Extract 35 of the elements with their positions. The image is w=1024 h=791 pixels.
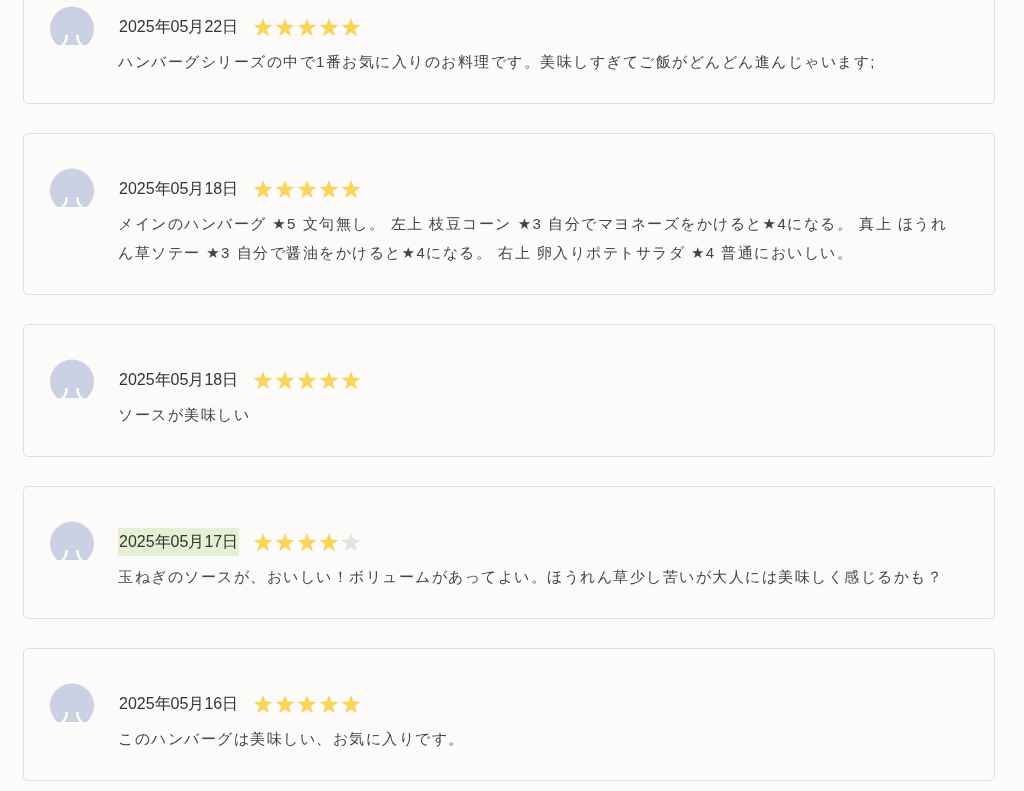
review-comment: ソースが美味しい [118,405,251,425]
star-icon [275,370,296,390]
review-date: 2025年05月16日 [118,694,240,714]
star-icon [253,532,274,552]
star-icon [341,17,362,37]
star-icon [253,17,274,37]
star-icon [319,370,340,390]
star-icon [253,370,274,390]
star-icon [275,179,296,199]
review-date: 2025年05月18日 [118,179,240,199]
star-icon [253,694,274,714]
star-icon [253,179,274,199]
star-icon [319,179,340,199]
star-icon [319,17,340,37]
star-icon [319,694,340,714]
star-icon [297,532,318,552]
review-comment: 玉ねぎのソースが、おいしい！ボリュームがあってよい。ほうれん草少し苦いが大人には美味しく感じるかも？ [118,567,944,587]
star-icon [341,532,362,552]
star-icon [341,694,362,714]
star-icon [275,532,296,552]
review-date: 2025年05月17日 [118,528,240,556]
review-comment: このハンバーグは美味しい、お気に入りです。 [118,729,466,749]
star-icon [275,694,296,714]
star-icon [319,532,340,552]
star-icon [341,370,362,390]
review-comment: メインのハンバーグ ★5 文句無し。 左上 枝豆コーン ★3 自分でマヨネーズをかけると★4になる。 真上 ほうれん草ソテー ★3 自分で醤油をかけると★4になる。 右上 卵入りポテトサラダ ★4 普通においしい。 [118,214,949,263]
star-icon [297,179,318,199]
star-icon [297,17,318,37]
star-icon [275,17,296,37]
star-icon [297,694,318,714]
star-icon [341,179,362,199]
review-date: 2025年05月18日 [118,370,240,390]
review-date: 2025年05月22日 [118,17,240,37]
star-icon [297,370,318,390]
review-comment: ハンバーグシリーズの中で1番お気に入りのお料理です。美味しすぎてご飯がどんどん進んじゃいます; [118,52,877,72]
